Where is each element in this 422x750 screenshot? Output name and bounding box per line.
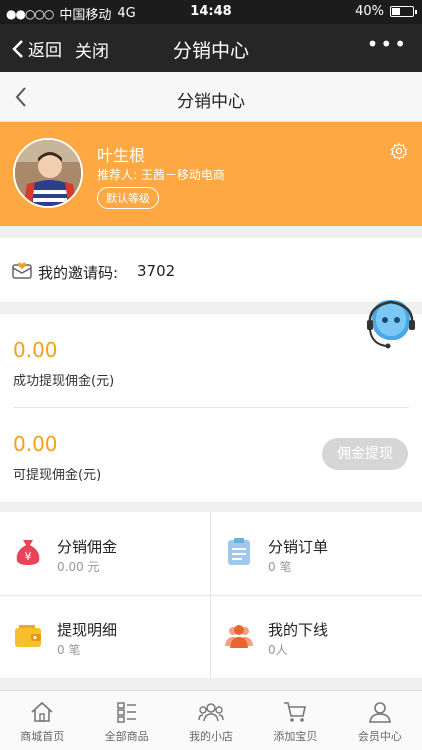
invite-label: 我的邀请码: — [38, 264, 119, 282]
team-icon — [225, 625, 253, 648]
member-icon — [368, 702, 391, 723]
status-bar: ●●○○○ 中国移动 4G 14:48 40% — [0, 0, 422, 24]
envelope-icon — [12, 262, 32, 279]
home-icon — [31, 701, 53, 722]
invite-code-row: 我的邀请码: 3702 — [0, 238, 422, 302]
svg-text:¥: ¥ — [25, 550, 32, 563]
nav-title: 分销中心 — [172, 40, 249, 62]
profile-name: 叶生根 — [97, 146, 146, 165]
grid-item-downline[interactable]: 我的下线 0人 — [211, 595, 422, 678]
avatar[interactable] — [13, 138, 83, 208]
category-icon — [116, 702, 136, 723]
divider — [13, 407, 409, 408]
battery-percent: 40% — [355, 4, 384, 19]
grid-item-commission[interactable]: ¥ 分销佣金 0.00 元 — [0, 512, 211, 595]
tab-home[interactable]: 商城首页 — [0, 691, 84, 750]
grid-item-title: 分销佣金 — [57, 538, 118, 556]
level-badge: 默认等级 — [97, 187, 159, 209]
shop-icon — [198, 703, 224, 722]
grid-item-title: 提现明细 — [57, 621, 118, 639]
grid-item-orders[interactable]: 分销订单 0 笔 — [211, 512, 422, 595]
grid-item-value: 0人 — [268, 643, 288, 657]
gear-icon[interactable] — [390, 142, 408, 160]
withdrawn-amount: 0.00 — [13, 338, 58, 362]
grid-item-value: 0.00 元 — [57, 560, 100, 574]
grid-item-value: 0 笔 — [57, 643, 81, 657]
more-button[interactable]: ••• — [367, 32, 408, 56]
grid-item-value: 0 笔 — [268, 560, 292, 574]
customer-service-icon[interactable] — [366, 296, 416, 352]
bottom-tab-bar: 商城首页 全部商品 我的小店 添加宝贝 会员中心 — [0, 690, 422, 750]
invite-code: 3702 — [137, 262, 176, 280]
money-bag-icon: ¥ — [16, 540, 40, 565]
withdrawn-label: 成功提现佣金(元) — [13, 374, 115, 389]
cart-icon — [284, 702, 307, 722]
referrer-text: 推荐人: 王茜－移动电商 — [97, 168, 225, 182]
tab-label: 商城首页 — [20, 730, 65, 743]
available-label: 可提现佣金(元) — [13, 468, 102, 483]
withdraw-button[interactable]: 佣金提现 — [322, 438, 408, 470]
profile-card: 叶生根 推荐人: 王茜－移动电商 默认等级 — [0, 122, 422, 226]
page-title: 分销中心 — [177, 92, 245, 112]
tab-label: 我的小店 — [189, 730, 234, 743]
tab-label: 会员中心 — [357, 730, 402, 743]
tab-label: 添加宝贝 — [273, 730, 318, 743]
tab-add-item[interactable]: 添加宝贝 — [253, 691, 337, 750]
tab-label: 全部商品 — [104, 730, 149, 743]
tab-my-shop[interactable]: 我的小店 — [169, 691, 253, 750]
tab-member-center[interactable]: 会员中心 — [338, 691, 422, 750]
page-header: 分销中心 — [0, 72, 422, 122]
avatar-image — [15, 140, 81, 206]
available-amount: 0.00 — [13, 432, 58, 456]
grid-item-title: 分销订单 — [268, 538, 329, 556]
battery-icon — [390, 6, 417, 17]
feature-grid: ¥ 分销佣金 0.00 元 分销订单 0 笔 提现明细 0 笔 我的下线 0人 — [0, 512, 422, 678]
commission-wallet: 0.00 成功提现佣金(元) 0.00 可提现佣金(元) 佣金提现 — [0, 314, 422, 502]
wallet-icon — [15, 625, 41, 647]
app-navbar: 返回 关闭 分销中心 ••• — [0, 24, 422, 72]
order-list-icon — [228, 538, 250, 565]
grid-item-title: 我的下线 — [268, 621, 329, 639]
tab-all-products[interactable]: 全部商品 — [84, 691, 168, 750]
grid-item-withdraw-detail[interactable]: 提现明细 0 笔 — [0, 595, 211, 678]
